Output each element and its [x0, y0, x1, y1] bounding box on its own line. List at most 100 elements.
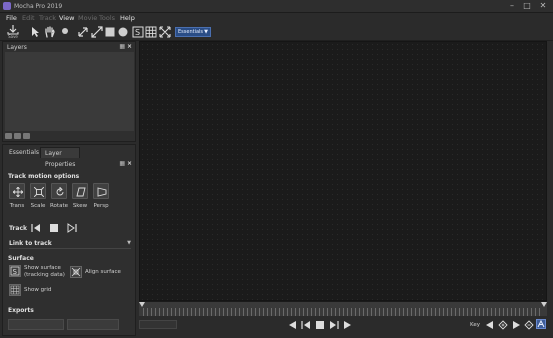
duplicate-layer-icon[interactable] [14, 133, 21, 139]
grid-icon [10, 285, 20, 295]
toolbar: Save S Essentials ▼ [0, 23, 553, 41]
undock-icon[interactable]: ▦ [119, 160, 125, 167]
link-to-track-dropdown[interactable]: Link to track ▼ [9, 240, 131, 249]
align-surface-icon [71, 267, 81, 277]
circle-icon [118, 27, 128, 37]
layers-panel-title: Layers [7, 44, 27, 51]
resize-icon [78, 27, 88, 37]
show-surface-label: Show surface (tracking data) [24, 265, 65, 279]
grid-toggle[interactable] [145, 26, 157, 40]
frame-number-field[interactable] [139, 320, 177, 329]
surface-toggle[interactable]: S [132, 26, 144, 40]
app-logo-icon [3, 2, 11, 10]
rotate-icon [56, 187, 64, 196]
save-label: Save [8, 34, 18, 39]
transport-bar: Key [139, 316, 551, 336]
auto-key-icon [537, 319, 545, 328]
out-point-marker[interactable] [541, 302, 547, 307]
menu-tools[interactable]: Tools [99, 14, 115, 22]
track-controls: Track [9, 223, 134, 235]
add-layer-icon[interactable] [5, 133, 12, 139]
expand-icon [91, 26, 103, 38]
pointer-tool[interactable] [30, 26, 40, 40]
expand-tool[interactable] [91, 26, 103, 40]
workspace-select[interactable]: Essentials ▼ [175, 27, 211, 37]
hand-tool[interactable] [44, 26, 55, 40]
auto-key-button[interactable] [536, 319, 546, 329]
menu-movie[interactable]: Movie [78, 14, 97, 22]
show-surface-toggle[interactable]: S [9, 265, 21, 277]
tab-essentials[interactable]: Essentials [5, 147, 43, 158]
window-title: Mocha Pro 2019 [14, 3, 63, 10]
align-surface-button[interactable] [70, 266, 82, 278]
timeline[interactable] [139, 301, 547, 316]
surface-icon: S [132, 26, 144, 38]
play-backward-icon[interactable] [288, 320, 297, 330]
show-grid-toggle[interactable] [9, 284, 21, 296]
show-surface-label-line1: Show surface [24, 265, 61, 271]
undock-icon[interactable]: ▦ [119, 43, 125, 50]
persp-label: Persp [93, 203, 109, 209]
tab-layer-properties[interactable]: Layer Properties [40, 147, 81, 168]
ellipse-tool[interactable] [117, 26, 129, 40]
translate-icon [13, 187, 23, 197]
scale-toggle[interactable] [30, 183, 46, 199]
resize-tool[interactable] [77, 26, 89, 40]
step-back-icon[interactable] [301, 320, 311, 330]
menu-bar: File Edit Track View Movie Tools Help [0, 13, 553, 23]
stop-icon[interactable] [315, 320, 325, 330]
rect-tool[interactable] [104, 26, 116, 40]
svg-text:S: S [13, 268, 18, 276]
track-backward-icon[interactable] [31, 223, 41, 233]
trans-toggle[interactable] [9, 183, 25, 199]
clip-viewer[interactable] [139, 41, 547, 301]
menu-help[interactable]: Help [120, 14, 135, 22]
point-tool[interactable] [60, 26, 70, 40]
hand-icon [45, 26, 55, 38]
maximize-icon[interactable]: □ [520, 1, 534, 11]
stop-icon[interactable] [49, 223, 59, 233]
pointer-icon [32, 27, 39, 37]
menu-view[interactable]: View [59, 14, 74, 22]
square-icon [105, 27, 115, 37]
export-tracking-data-button[interactable] [8, 319, 64, 330]
minimize-icon[interactable]: – [505, 1, 519, 11]
in-point-marker[interactable] [139, 302, 145, 307]
circle-dot-icon [62, 28, 68, 34]
menu-file[interactable]: File [6, 14, 17, 22]
surface-title: Surface [8, 255, 34, 262]
persp-toggle[interactable] [93, 183, 109, 199]
skew-icon [76, 187, 86, 197]
layer-list[interactable] [5, 52, 134, 131]
save-button[interactable]: Save [7, 25, 19, 39]
workspace-value: Essentials [178, 29, 204, 35]
track-label: Track [9, 225, 27, 232]
align-surface-label: Align surface [85, 269, 121, 275]
delete-key-icon[interactable] [524, 320, 534, 330]
chevron-down-icon: ▼ [127, 240, 131, 246]
menu-edit[interactable]: Edit [22, 14, 35, 22]
title-bar: Mocha Pro 2019 – □ ✕ [0, 0, 553, 13]
close-icon[interactable]: ✕ [536, 1, 550, 11]
track-forward-icon[interactable] [67, 223, 77, 233]
key-label: Key [470, 322, 480, 328]
prev-key-icon[interactable] [485, 320, 494, 330]
add-key-icon[interactable] [498, 320, 508, 330]
grid-icon [145, 26, 157, 38]
menu-track[interactable]: Track [39, 14, 56, 22]
exports-title: Exports [8, 307, 34, 314]
link-to-track-label: Link to track [9, 240, 52, 247]
step-forward-icon[interactable] [329, 320, 339, 330]
transform-tool[interactable] [159, 26, 171, 40]
close-icon[interactable]: × [127, 160, 132, 167]
next-key-icon[interactable] [512, 320, 521, 330]
skew-toggle[interactable] [72, 183, 88, 199]
export-shape-data-button[interactable] [67, 319, 119, 330]
timeline-ticks [143, 308, 543, 316]
rotate-toggle[interactable] [51, 183, 67, 199]
play-forward-icon[interactable] [343, 320, 352, 330]
transform-icon [159, 26, 171, 38]
delete-layer-icon[interactable] [23, 133, 30, 139]
parameters-panel: Essentials Layer Properties ▦ × Track mo… [2, 144, 136, 336]
close-icon[interactable]: × [127, 43, 132, 50]
